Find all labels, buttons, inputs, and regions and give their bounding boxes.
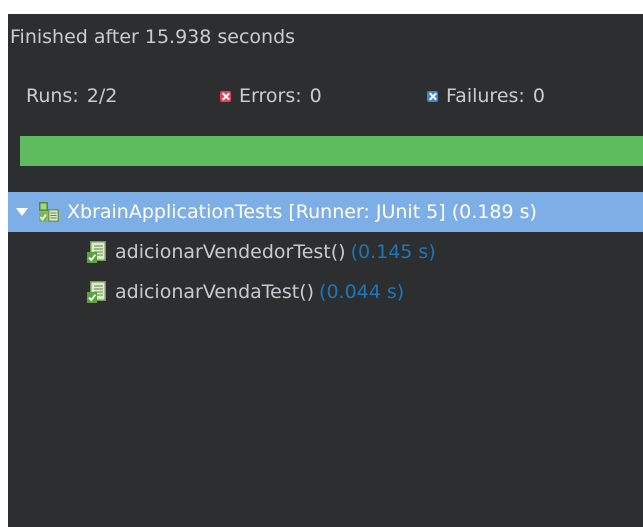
failures-value: 0 [532,85,545,107]
test-name: adicionarVendedorTest() [115,241,346,263]
tree-row-test[interactable]: adicionarVendedorTest() (0.145 s) [8,232,643,272]
test-passed-icon [86,240,108,264]
test-suite-icon [38,201,60,223]
tree-row-test[interactable]: adicionarVendaTest() (0.044 s) [8,272,643,312]
runs-label: Runs: [26,85,79,107]
test-passed-icon [86,280,108,304]
errors-value: 0 [309,85,322,107]
runs-counter: Runs: 2/2 [26,85,117,107]
test-duration: (0.044 s) [319,281,405,303]
progress-bar [20,136,643,166]
test-name: adicionarVendaTest() [115,281,315,303]
errors-label: Errors: [239,85,302,107]
error-icon [220,90,231,102]
test-duration: (0.145 s) [350,241,436,263]
runs-value: 2/2 [86,85,118,107]
junit-panel: Finished after 15.938 seconds Runs: 2/2 … [8,14,643,527]
tree-row-suite[interactable]: XbrainApplicationTests [Runner: JUnit 5]… [8,192,643,232]
suite-label: XbrainApplicationTests [Runner: JUnit 5]… [67,201,537,223]
window-frame: Finished after 15.938 seconds Runs: 2/2 … [0,0,643,527]
counters-bar: Runs: 2/2 Errors: 0 Failures: 0 [8,85,643,111]
failure-icon [427,90,438,102]
failures-counter: Failures: 0 [427,85,545,107]
status-text: Finished after 15.938 seconds [10,26,296,48]
progress-fill [20,136,643,166]
errors-counter: Errors: 0 [220,85,322,107]
failures-label: Failures: [446,85,525,107]
test-tree[interactable]: XbrainApplicationTests [Runner: JUnit 5]… [8,192,643,312]
expand-chevron-icon[interactable] [16,208,28,216]
